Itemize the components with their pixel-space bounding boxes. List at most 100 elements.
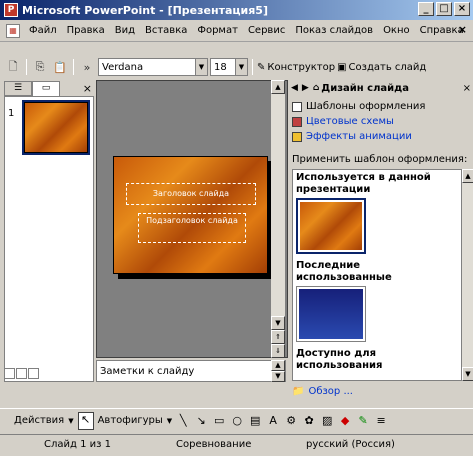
- diagram-icon[interactable]: ⚙: [284, 414, 298, 427]
- browse-label: Обзор ...: [308, 386, 353, 397]
- status-slide: Слайд 1 из 1: [44, 439, 111, 450]
- constructor-label: Конструктор: [267, 61, 336, 73]
- copy-icon[interactable]: ⎘: [31, 58, 49, 76]
- color-schemes-link[interactable]: Цветовые схемы: [292, 116, 394, 127]
- browse-link[interactable]: 📁 Обзор ...: [292, 386, 353, 397]
- vertical-scrollbar[interactable]: ▲ ▼ ⇑ ⇓: [271, 80, 285, 358]
- constructor-button[interactable]: ✎ Конструктор: [257, 62, 335, 73]
- line-icon[interactable]: ╲: [176, 414, 190, 427]
- notes-field[interactable]: Заметки к слайду: [96, 360, 286, 382]
- template-icon: [292, 101, 302, 112]
- chevron-down-icon[interactable]: ▼: [235, 59, 247, 75]
- tab-outline[interactable]: ☰: [4, 80, 32, 96]
- templates-link[interactable]: Шаблоны оформления: [292, 101, 425, 112]
- chevron-down-icon[interactable]: ▼: [68, 417, 73, 425]
- autoshapes-menu[interactable]: Автофигуры: [98, 415, 163, 426]
- home-icon[interactable]: ⌂: [313, 83, 319, 93]
- next-slide-icon[interactable]: ⇓: [271, 344, 285, 358]
- scroll-down-icon[interactable]: ▼: [271, 371, 285, 382]
- chevron-down-icon[interactable]: ▼: [167, 417, 172, 425]
- chevron-down-icon[interactable]: ▼: [195, 59, 207, 75]
- template-thumbnail-current[interactable]: [296, 198, 366, 254]
- title-placeholder[interactable]: Заголовок слайда: [126, 183, 256, 205]
- scroll-down-icon[interactable]: ▼: [271, 316, 285, 330]
- section-used: Используется в данной презентации: [296, 172, 431, 195]
- task-pane-header: ◀ ▶ ⌂ Дизайн слайда ×: [289, 80, 471, 96]
- new-slide-label: Создать слайд: [348, 61, 427, 73]
- toolbar-options-icon[interactable]: »: [78, 58, 96, 76]
- animation-label: Эффекты анимации: [306, 131, 412, 142]
- menu-view[interactable]: Вид: [110, 25, 140, 36]
- menu-format[interactable]: Формат: [192, 25, 243, 36]
- textbox-icon[interactable]: ▤: [248, 414, 262, 427]
- menu-bar: ▦ Файл Правка Вид Вставка Формат Сервис …: [0, 20, 473, 42]
- prev-slide-icon[interactable]: ⇑: [271, 330, 285, 344]
- new-document-icon[interactable]: 🗋: [4, 58, 22, 76]
- task-pane-close-button[interactable]: ×: [463, 83, 471, 94]
- font-name-value: Verdana: [102, 61, 144, 73]
- slide-thumbnail[interactable]: [22, 100, 90, 155]
- actions-menu[interactable]: Действия: [14, 415, 64, 426]
- animation-link[interactable]: Эффекты анимации: [292, 131, 412, 142]
- template-preview: [300, 202, 362, 250]
- oval-icon[interactable]: ○: [230, 414, 244, 427]
- template-thumbnail-recent[interactable]: [296, 286, 366, 342]
- font-name-select[interactable]: Verdana ▼: [98, 58, 208, 76]
- normal-view-icon[interactable]: [4, 368, 15, 379]
- slide-canvas[interactable]: Заголовок слайда Подзаголовок слайда: [113, 156, 268, 274]
- sorter-view-icon[interactable]: [16, 368, 27, 379]
- paste-icon[interactable]: 📋: [51, 58, 69, 76]
- title-bar: P Microsoft PowerPoint - [Презентация5] …: [0, 0, 473, 20]
- scroll-down-icon[interactable]: ▼: [462, 367, 473, 381]
- status-language: русский (Россия): [306, 439, 395, 450]
- close-button[interactable]: ×: [454, 2, 470, 16]
- template-list-scrollbar[interactable]: ▲ ▼: [462, 169, 473, 381]
- menu-tools[interactable]: Сервис: [243, 25, 290, 36]
- menu-edit[interactable]: Правка: [62, 25, 110, 36]
- forward-icon[interactable]: ▶: [302, 83, 309, 93]
- powerpoint-icon[interactable]: P: [4, 3, 18, 17]
- minimize-button[interactable]: _: [418, 2, 434, 16]
- back-icon[interactable]: ◀: [291, 83, 298, 93]
- apply-template-label: Применить шаблон оформления:: [292, 154, 468, 165]
- menu-insert[interactable]: Вставка: [140, 25, 192, 36]
- template-preview: [299, 289, 363, 339]
- select-cursor-icon[interactable]: ↖: [77, 411, 94, 430]
- menu-file[interactable]: Файл: [24, 25, 62, 36]
- template-list[interactable]: Используется в данной презентации Послед…: [292, 169, 462, 381]
- new-slide-button[interactable]: ▣ Создать слайд: [337, 62, 426, 73]
- task-pane-title: Дизайн слайда: [321, 82, 409, 94]
- maximize-button[interactable]: □: [436, 2, 452, 16]
- clipart-icon[interactable]: ✿: [302, 414, 316, 427]
- scroll-up-icon[interactable]: ▲: [271, 360, 285, 371]
- menu-window[interactable]: Окно: [378, 25, 415, 36]
- slideshow-view-icon[interactable]: [28, 368, 39, 379]
- slide-number: 1: [8, 108, 15, 119]
- templates-label: Шаблоны оформления: [306, 101, 426, 112]
- browse-icon: 📁: [292, 386, 305, 397]
- picture-icon[interactable]: ▨: [320, 414, 334, 427]
- new-slide-icon: ▣: [337, 61, 347, 73]
- rectangle-icon[interactable]: ▭: [212, 414, 226, 427]
- document-close-button[interactable]: ×: [458, 23, 467, 36]
- scroll-up-icon[interactable]: ▲: [271, 80, 285, 94]
- font-size-select[interactable]: 18 ▼: [210, 58, 248, 76]
- animation-icon: [292, 131, 302, 142]
- section-available: Доступно для использования: [296, 348, 383, 371]
- color-scheme-icon: [292, 116, 302, 127]
- notes-scrollbar[interactable]: ▲ ▼: [271, 360, 285, 382]
- left-panel-close-button[interactable]: ×: [83, 82, 92, 95]
- subtitle-placeholder[interactable]: Подзаголовок слайда: [138, 213, 246, 243]
- line-color-icon[interactable]: ✎: [356, 414, 370, 427]
- font-size-value: 18: [214, 61, 227, 73]
- line-style-icon[interactable]: ≡: [374, 414, 388, 427]
- status-design: Соревнование: [176, 439, 252, 450]
- drawing-toolbar: Действия ▼ ↖ Автофигуры ▼ ╲ ↘ ▭ ○ ▤ A ⚙ …: [0, 408, 473, 432]
- wordart-icon[interactable]: A: [266, 414, 280, 427]
- menu-slideshow[interactable]: Показ слайдов: [290, 25, 378, 36]
- document-icon[interactable]: ▦: [6, 23, 20, 38]
- arrow-icon[interactable]: ↘: [194, 414, 208, 427]
- scroll-up-icon[interactable]: ▲: [462, 169, 473, 183]
- fill-color-icon[interactable]: ◆: [338, 414, 352, 427]
- tab-slides[interactable]: ▭: [32, 80, 60, 96]
